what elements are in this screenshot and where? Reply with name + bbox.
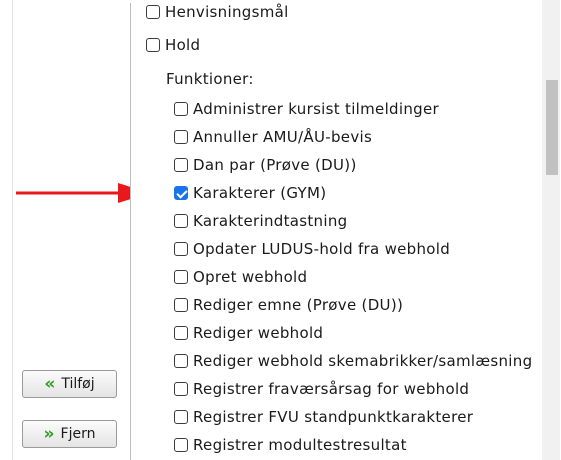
list-item[interactable]: Registrer fraværsårsag for webhold: [174, 378, 469, 400]
list-item-label: Registrer FVU standpunktkarakterer: [193, 408, 474, 426]
list-item[interactable]: Administrer kursist tilmeldinger: [174, 98, 439, 120]
list-item[interactable]: Rediger emne (Prøve (DU)): [174, 294, 403, 316]
list-item-label: Opdater LUDUS-hold fra webhold: [193, 240, 451, 258]
checkbox[interactable]: [174, 298, 188, 312]
checkbox[interactable]: [174, 438, 188, 452]
list-top-edge: [130, 0, 560, 3]
list-item[interactable]: Henvisningsmål: [146, 1, 289, 23]
list-item-label: Hold: [165, 36, 201, 54]
checkbox[interactable]: [174, 326, 188, 340]
list-item-label: Rediger emne (Prøve (DU)): [193, 296, 404, 314]
double-chevron-right-icon: »: [43, 423, 55, 444]
list-item-label: Rediger webhold skemabrikker/samlæsning: [193, 352, 533, 370]
add-button[interactable]: « Tilføj: [22, 370, 117, 398]
vertical-scrollbar[interactable]: [542, 0, 560, 460]
list-item[interactable]: Annuller AMU/ÅU-bevis: [174, 126, 372, 148]
list-item-label: Annuller AMU/ÅU-bevis: [193, 128, 373, 146]
checkbox[interactable]: [174, 214, 188, 228]
list-item-label: Registrer modultestresultat: [193, 436, 407, 454]
checkbox[interactable]: [146, 38, 160, 52]
list-item-label: Dan par (Prøve (DU)): [193, 156, 357, 174]
list-item[interactable]: Opdater LUDUS-hold fra webhold: [174, 238, 450, 260]
checkbox-checked[interactable]: [174, 186, 188, 200]
checkbox[interactable]: [174, 158, 188, 172]
list-item[interactable]: Rediger webhold: [174, 322, 323, 344]
list-item[interactable]: Opret webhold: [174, 266, 307, 288]
remove-button-label: Fjern: [60, 426, 96, 442]
list-item-label: Henvisningsmål: [165, 3, 289, 21]
list-item[interactable]: Registrer FVU standpunktkarakterer: [174, 406, 473, 428]
permission-list-content: Henvisningsmål Hold Funktioner: Administ…: [131, 0, 543, 460]
list-item[interactable]: Karakterer (GYM): [174, 182, 326, 204]
permissions-panel: « Tilføj » Fjern Henvisningsmål Hold Fun…: [0, 0, 561, 460]
checkbox[interactable]: [174, 242, 188, 256]
functions-heading: Funktioner:: [166, 70, 254, 88]
checkbox[interactable]: [174, 102, 188, 116]
list-item-label: Registrer fraværsårsag for webhold: [193, 380, 470, 398]
checkbox[interactable]: [174, 270, 188, 284]
checkbox[interactable]: [146, 5, 160, 19]
checkbox[interactable]: [174, 354, 188, 368]
permission-list[interactable]: Henvisningsmål Hold Funktioner: Administ…: [130, 0, 560, 460]
divider: [12, 0, 13, 460]
list-item[interactable]: Hold: [146, 34, 200, 56]
list-item[interactable]: Rediger webhold skemabrikker/samlæsning: [174, 350, 532, 372]
list-item[interactable]: Dan par (Prøve (DU)): [174, 154, 357, 176]
add-button-label: Tilføj: [61, 376, 95, 392]
double-chevron-left-icon: «: [44, 373, 56, 394]
checkbox[interactable]: [174, 130, 188, 144]
checkbox[interactable]: [174, 410, 188, 424]
list-item[interactable]: Karakterindtastning: [174, 210, 347, 232]
list-item-label: Administrer kursist tilmeldinger: [193, 100, 439, 118]
list-item-label: Karakterer (GYM): [193, 184, 327, 202]
list-item-label: Karakterindtastning: [193, 212, 348, 230]
list-item-label: Rediger webhold: [193, 324, 324, 342]
transfer-controls: « Tilføj » Fjern: [0, 0, 150, 460]
list-item-label: Opret webhold: [193, 268, 308, 286]
checkbox[interactable]: [174, 382, 188, 396]
remove-button[interactable]: » Fjern: [22, 420, 117, 448]
list-item[interactable]: Registrer modultestresultat: [174, 434, 407, 456]
scrollbar-thumb[interactable]: [546, 80, 558, 175]
